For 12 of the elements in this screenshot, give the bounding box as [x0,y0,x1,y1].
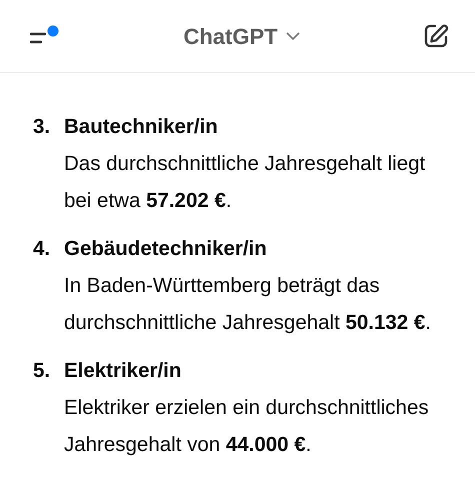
item-heading: Elektriker/in [64,359,182,382]
item-description: In Baden-Württemberg beträgt das durchschnittliche Jahresgehalt 50.132 €. [64,273,432,336]
list-number: 4. [33,237,50,260]
item-heading: Gebäudetechniker/in [64,237,267,260]
chevron-down-icon[interactable] [286,32,300,40]
model-selector[interactable]: ChatGPT [183,20,300,52]
list-number: 5. [33,359,50,382]
item-description: Das durchschnittliche Jahresgehalt liegt bei etwa 57.202 €. [64,151,426,214]
list-number: 3. [33,115,50,138]
item-description: Elektriker erzielen ein durchschnittliches Jahresgehalt von 44.000 €. [64,395,430,458]
edit-icon[interactable] [423,23,449,49]
item-heading: Bautechniker/in [64,115,218,138]
